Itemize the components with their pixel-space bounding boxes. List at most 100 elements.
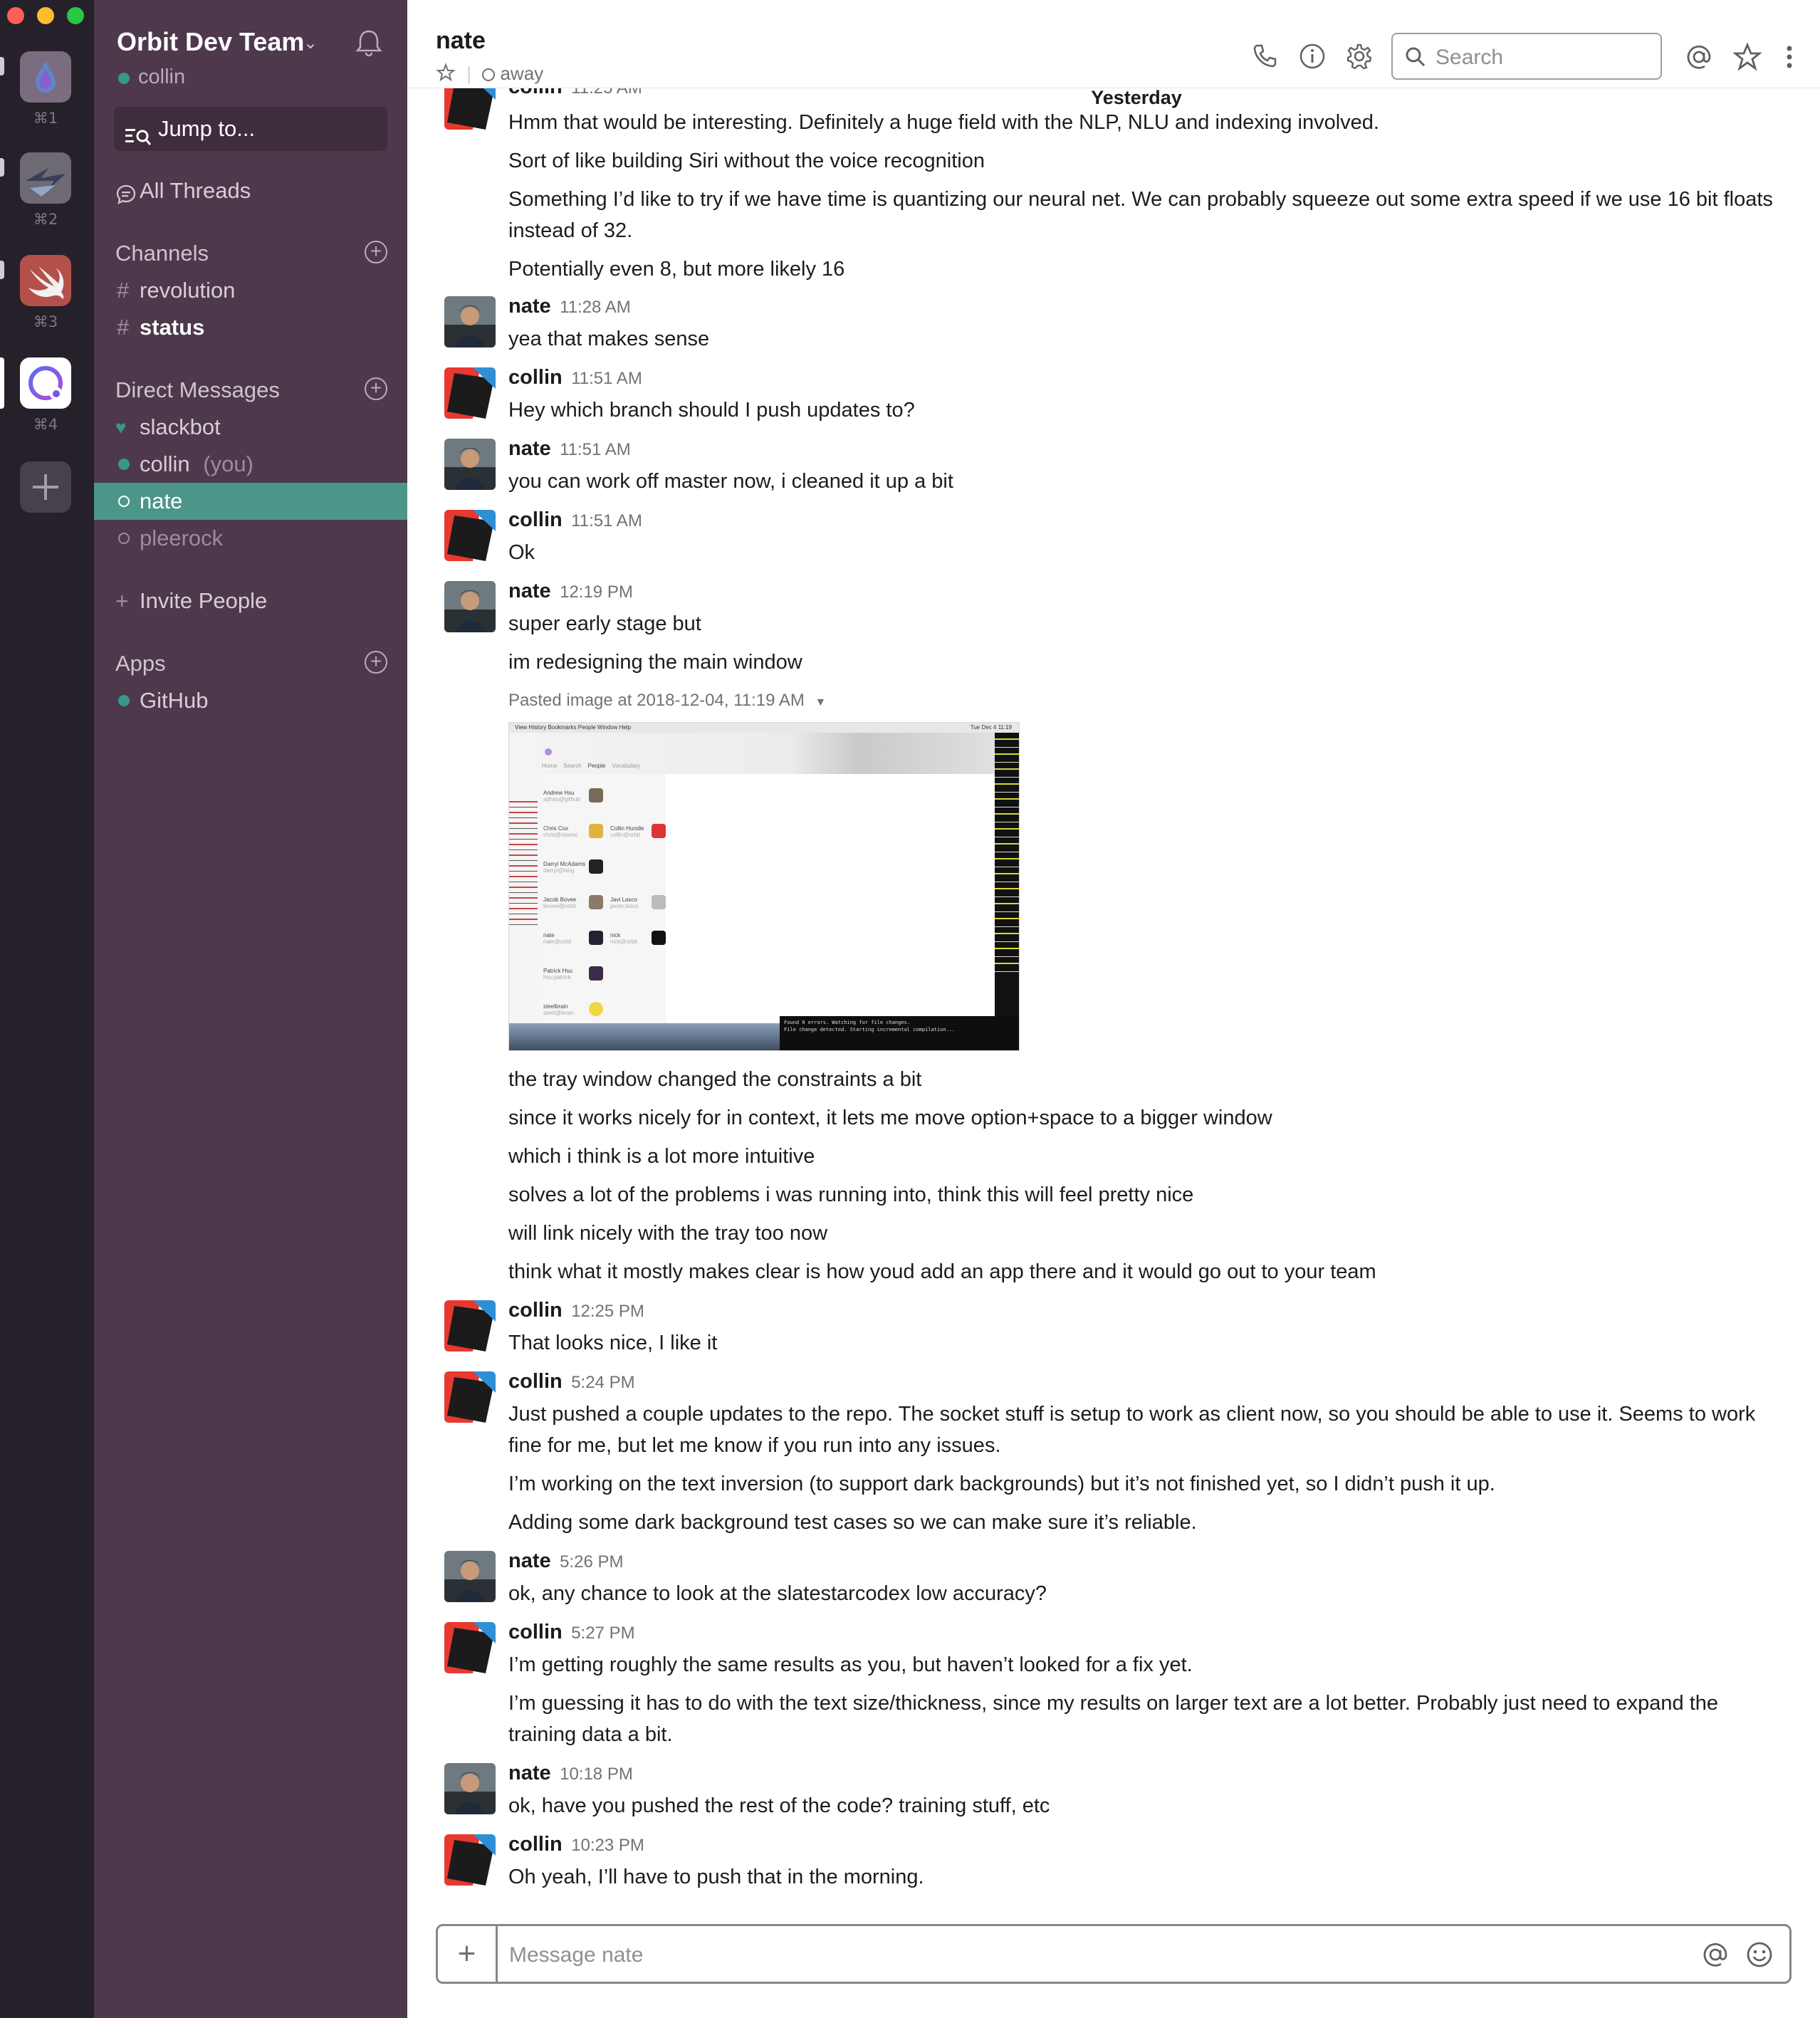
message-author[interactable]: nate	[508, 580, 551, 602]
threads-icon	[115, 179, 137, 216]
message-author[interactable]: nate	[508, 295, 551, 318]
invite-people-button[interactable]: + Invite People	[94, 582, 407, 619]
add-workspace-button[interactable]	[20, 461, 71, 513]
sidebar-item-github[interactable]: GitHub	[94, 682, 407, 719]
avatar-nate[interactable]	[444, 439, 496, 490]
more-options-icon[interactable]	[1784, 43, 1794, 75]
window-zoom-button[interactable]	[67, 7, 84, 24]
sidebar-item-status[interactable]: # status	[94, 309, 407, 346]
phone-icon[interactable]	[1252, 43, 1277, 72]
nate-avatar-image	[444, 1763, 496, 1814]
info-icon[interactable]	[1299, 43, 1326, 73]
direct-messages-heading[interactable]: Direct Messages	[115, 377, 280, 403]
pasted-image-label[interactable]: Pasted image at 2018-12-04, 11:19 AM ▼	[508, 691, 826, 711]
jump-to-button[interactable]: Jump to...	[114, 107, 387, 151]
avatar-nate[interactable]	[444, 1763, 496, 1814]
message-timestamp[interactable]: 11:51 AM	[571, 369, 642, 388]
workspace-3[interactable]	[20, 255, 71, 306]
message-timestamp[interactable]: 10:23 PM	[571, 1836, 644, 1855]
avatar-collin[interactable]	[444, 1300, 496, 1352]
conversation-header: nate | away Search	[407, 0, 1820, 88]
message-timestamp[interactable]: 5:27 PM	[571, 1624, 634, 1643]
message-text: Potentially even 8, but more likely 16	[508, 258, 845, 281]
pasted-image[interactable]: View History Bookmarks People Window Hel…	[508, 722, 1020, 1051]
message-author[interactable]: collin	[508, 88, 563, 98]
message-timestamp[interactable]: 5:24 PM	[571, 1373, 634, 1392]
message-author[interactable]: collin	[508, 1621, 563, 1643]
emoji-smile-icon[interactable]	[1745, 1940, 1774, 1972]
collin-avatar-image	[444, 1622, 496, 1673]
message-author[interactable]: collin	[508, 1370, 563, 1393]
mentions-at-icon[interactable]	[1685, 43, 1713, 75]
bell-icon[interactable]	[353, 27, 385, 62]
avatar-collin[interactable]	[444, 1371, 496, 1423]
caret-down-icon[interactable]: ▼	[815, 696, 827, 709]
add-dm-button[interactable]: +	[365, 377, 387, 400]
message-author[interactable]: collin	[508, 366, 563, 389]
presence-active-icon	[118, 695, 130, 706]
apps-heading[interactable]: Apps	[115, 651, 166, 676]
message-header: collin 11:25 AM	[508, 88, 642, 99]
starred-items-icon[interactable]	[1732, 42, 1762, 75]
message-author[interactable]: collin	[508, 508, 563, 531]
all-threads-item[interactable]: All Threads	[94, 172, 407, 209]
message-text: I’m getting roughly the same results as …	[508, 1653, 1193, 1676]
thumbnail-avatar	[589, 1002, 603, 1016]
avatar-collin[interactable]	[444, 367, 496, 419]
message-composer[interactable]: + Message nate	[436, 1924, 1792, 1984]
gear-icon[interactable]	[1346, 43, 1373, 73]
message-author[interactable]: collin	[508, 1833, 563, 1856]
add-channel-button[interactable]: +	[365, 241, 387, 263]
chevron-down-icon[interactable]: ⌄	[303, 33, 318, 53]
dm-label: nate	[140, 488, 183, 513]
message-header: collin 5:24 PM	[508, 1370, 635, 1394]
sidebar-item-pleerock[interactable]: pleerock	[94, 520, 407, 557]
message-timestamp[interactable]: 11:28 AM	[560, 298, 631, 317]
sidebar-item-revolution[interactable]: # revolution	[94, 272, 407, 309]
star-icon[interactable]	[436, 63, 456, 88]
avatar-collin[interactable]	[444, 510, 496, 561]
message-timestamp[interactable]: 12:19 PM	[560, 582, 633, 602]
message-timestamp[interactable]: 11:51 AM	[560, 440, 631, 459]
thumbnail-person: Chris Cox chris@davrec	[543, 825, 579, 838]
avatar-nate[interactable]	[444, 296, 496, 347]
workspace-4[interactable]	[20, 357, 71, 409]
message-input-placeholder[interactable]: Message nate	[509, 1943, 643, 1967]
message-timestamp[interactable]: 12:25 PM	[571, 1302, 644, 1321]
message-author[interactable]: nate	[508, 1762, 551, 1784]
sidebar-item-collin[interactable]: collin (you)	[94, 446, 407, 483]
thumbnail-person: Javi Lasco javier.lasco	[610, 896, 639, 909]
channels-heading[interactable]: Channels	[115, 241, 209, 266]
workspace-2[interactable]	[20, 152, 71, 204]
message-timestamp[interactable]: 11:25 AM	[571, 88, 642, 98]
sidebar-item-slackbot[interactable]: ♥ slackbot	[94, 409, 407, 446]
search-input[interactable]: Search	[1391, 33, 1662, 80]
channel-hash-icon: #	[117, 278, 130, 303]
mention-at-icon[interactable]	[1701, 1940, 1730, 1972]
avatar-nate[interactable]	[444, 1551, 496, 1602]
message-author[interactable]: nate	[508, 1549, 551, 1572]
sidebar-item-nate[interactable]: nate	[94, 483, 407, 520]
avatar-collin[interactable]	[444, 1834, 496, 1886]
workspace-unread-marker	[0, 261, 4, 279]
nate-avatar-image	[444, 296, 496, 347]
window-close-button[interactable]	[7, 7, 24, 24]
avatar-collin[interactable]	[444, 1622, 496, 1673]
collin-avatar-image	[444, 1371, 496, 1423]
message-author[interactable]: nate	[508, 437, 551, 460]
add-app-button[interactable]: +	[365, 651, 387, 674]
message-author[interactable]: collin	[508, 1299, 563, 1322]
message-header: nate 11:51 AM	[508, 437, 631, 461]
message-list[interactable]: collin 11:25 AM Yesterday Hmm that would…	[407, 88, 1820, 1911]
avatar-nate[interactable]	[444, 581, 496, 632]
workspace-1[interactable]	[20, 51, 71, 103]
message-timestamp[interactable]: 5:26 PM	[560, 1552, 623, 1572]
message-timestamp[interactable]: 10:18 PM	[560, 1765, 633, 1784]
message-text: I’m working on the text inversion (to su…	[508, 1473, 1495, 1495]
team-name[interactable]: Orbit Dev Team	[117, 27, 304, 57]
conversation-title[interactable]: nate	[436, 27, 486, 55]
attach-plus-button[interactable]: +	[438, 1926, 498, 1982]
avatar-collin[interactable]	[444, 88, 496, 130]
window-minimize-button[interactable]	[37, 7, 54, 24]
message-timestamp[interactable]: 11:51 AM	[571, 511, 642, 530]
